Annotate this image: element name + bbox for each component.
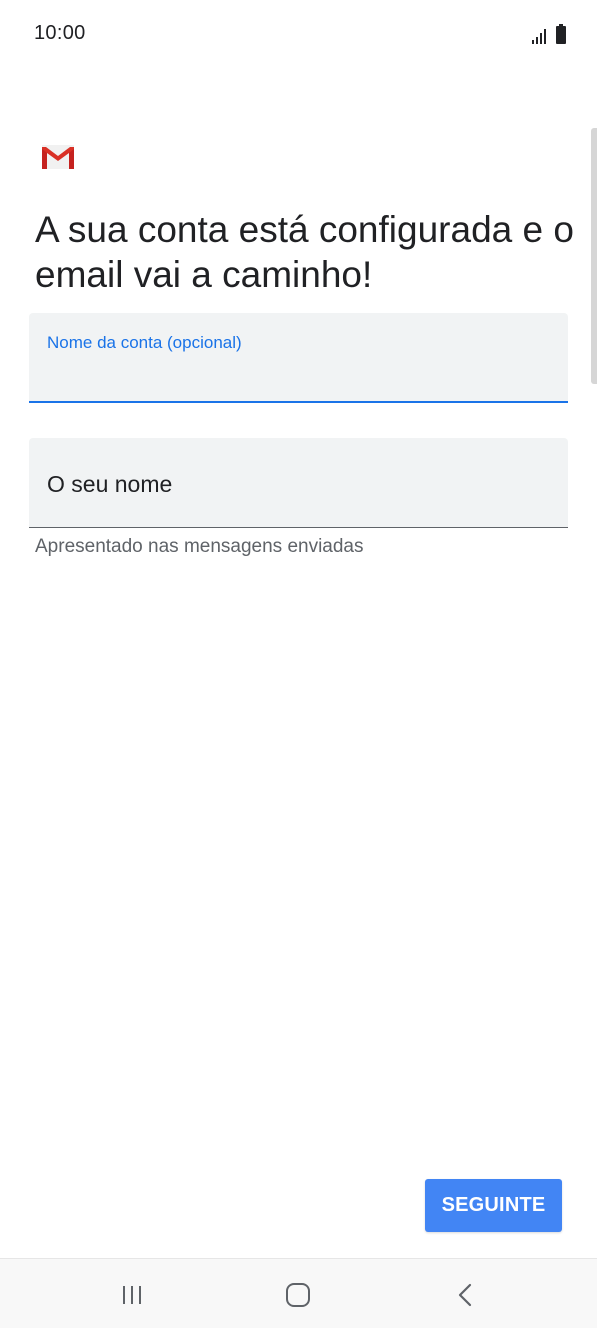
recent-apps-icon — [123, 1286, 141, 1304]
home-icon — [286, 1283, 310, 1307]
your-name-field[interactable] — [29, 438, 568, 528]
account-name-label: Nome da conta (opcional) — [47, 333, 242, 352]
status-time: 10:00 — [34, 22, 86, 44]
navigation-bar — [0, 1258, 597, 1328]
your-name-helper-text: Apresentado nas mensagens enviadas — [35, 536, 364, 557]
account-name-field[interactable]: Nome da conta (opcional) — [29, 313, 568, 403]
status-bar: 10:00 — [0, 0, 597, 70]
back-icon — [458, 1283, 472, 1307]
gmail-logo-icon — [42, 145, 74, 169]
your-name-input[interactable] — [47, 464, 547, 504]
screen: 10:00 A sua conta está configurada e o e… — [0, 0, 597, 1328]
account-name-input[interactable] — [47, 359, 547, 393]
back-button[interactable] — [435, 1277, 495, 1313]
battery-icon — [556, 24, 566, 44]
signal-icon — [532, 29, 546, 44]
next-button[interactable]: SEGUINTE — [425, 1179, 562, 1232]
status-icons — [531, 22, 567, 44]
home-button[interactable] — [268, 1277, 328, 1313]
recent-apps-button[interactable] — [102, 1277, 162, 1313]
scrollbar[interactable] — [591, 128, 597, 384]
page-title: A sua conta está configurada e o email v… — [35, 209, 574, 295]
